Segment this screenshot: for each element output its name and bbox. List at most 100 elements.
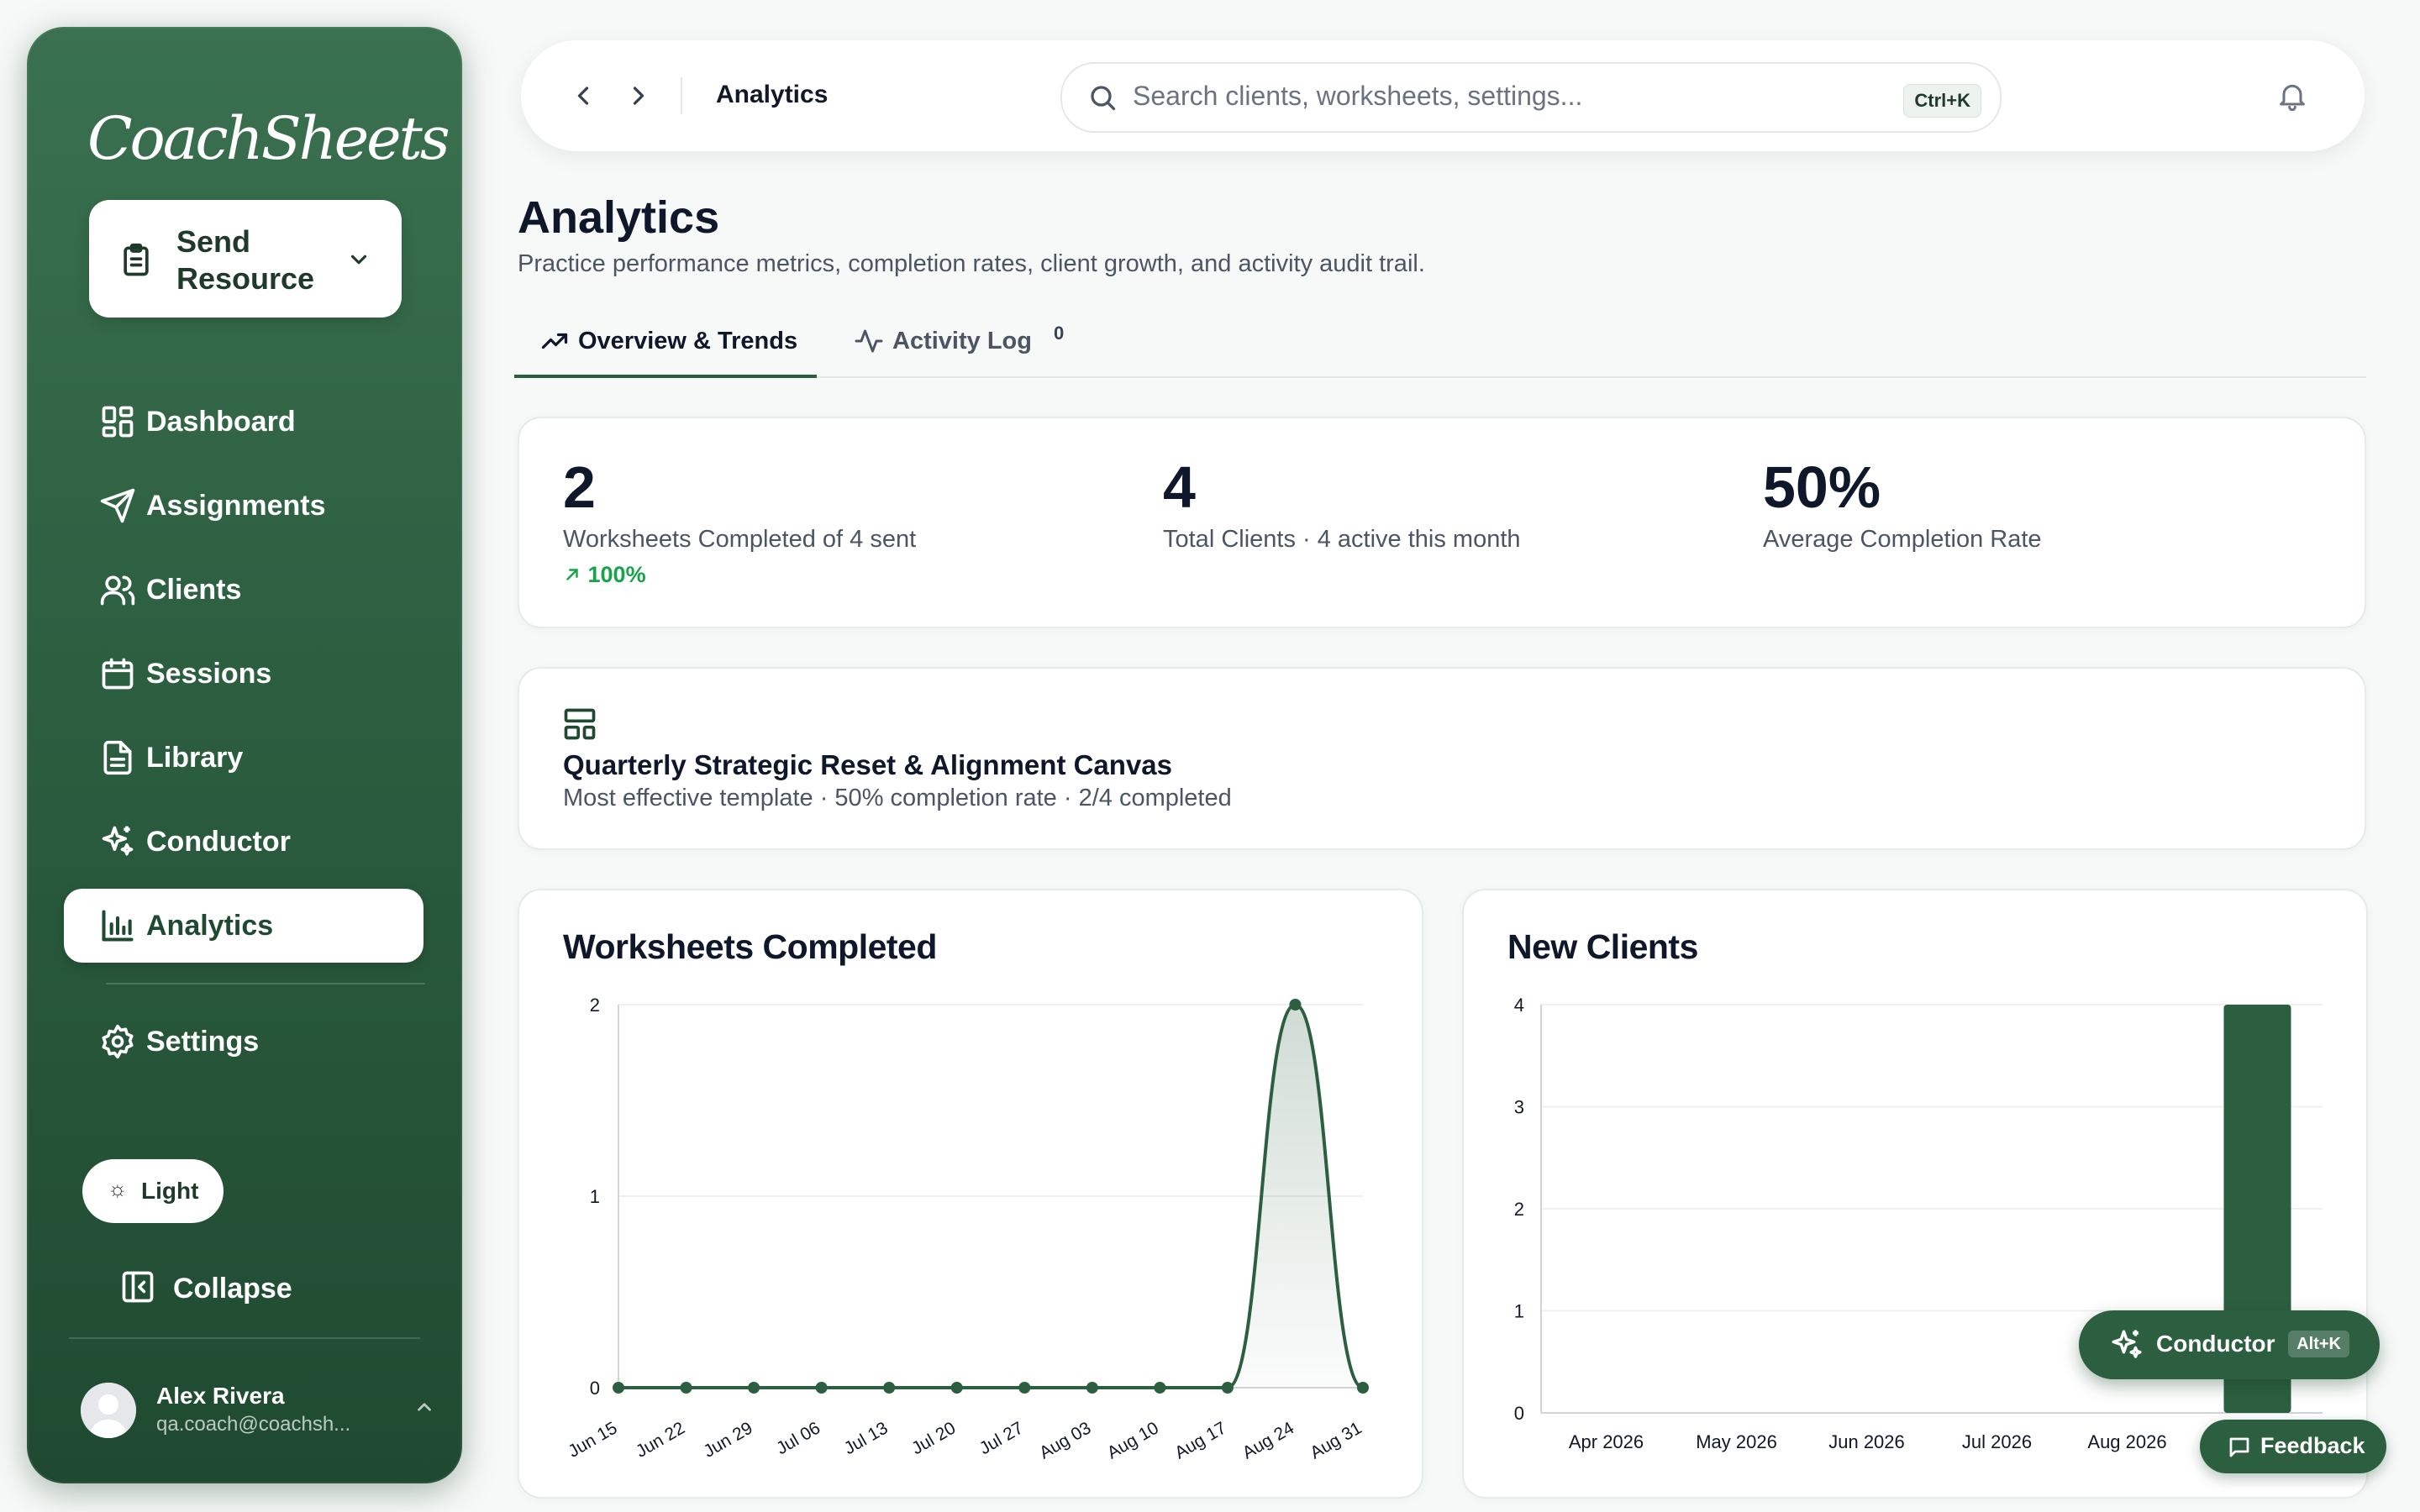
template-subtitle: Most effective template · 50% completion… xyxy=(563,785,1232,811)
chevron-up-icon xyxy=(418,1403,431,1411)
conductor-fab-label: Conductor xyxy=(2156,1331,2275,1357)
sidebar: CoachSheets Send Resource Dashboard Assi… xyxy=(27,27,462,1483)
page-title: Analytics xyxy=(518,192,720,243)
users-icon xyxy=(100,575,135,606)
user-menu[interactable]: Alex Rivera qa.coach@coachsh... xyxy=(81,1374,450,1455)
data-point xyxy=(680,1382,692,1394)
send-icon xyxy=(100,488,135,523)
x-tick-label: May 2026 xyxy=(1696,1431,1777,1452)
stat-total-clients: 4 Total Clients · 4 active this month xyxy=(1163,452,1521,554)
user-name: Alex Rivera xyxy=(156,1383,285,1409)
data-point xyxy=(1221,1382,1234,1394)
app-logo[interactable]: CoachSheets xyxy=(87,104,450,173)
sidebar-divider xyxy=(69,1337,420,1339)
new-clients-chart: 0 1 2 3 4 Apr 2026 May 2026 Jun 2026 Jul 2026 Aug… xyxy=(1514,995,2323,1452)
sidebar-item-label: Library xyxy=(146,742,244,774)
sidebar-item-label: Sessions xyxy=(146,658,272,690)
send-resource-button[interactable]: Send Resource xyxy=(89,200,402,318)
collapse-sidebar-button[interactable]: Collapse xyxy=(89,1263,341,1314)
page-subtitle: Practice performance metrics, completion… xyxy=(518,250,1425,277)
bar-chart-icon xyxy=(102,910,134,942)
y-tick-label: 3 xyxy=(1514,1097,1524,1118)
stat-value: 50% xyxy=(1763,454,1881,520)
data-point xyxy=(613,1382,624,1394)
data-point xyxy=(1018,1382,1031,1394)
conductor-fab-button[interactable]: Conductor Alt+K xyxy=(2079,1310,2380,1379)
data-point xyxy=(1086,1382,1098,1394)
forward-arrow-icon[interactable] xyxy=(623,81,654,111)
clipboard-icon xyxy=(124,243,149,276)
sidebar-item-library[interactable]: Library xyxy=(64,721,424,795)
x-tick-label: Apr 2026 xyxy=(1569,1431,1644,1452)
back-arrow-icon[interactable] xyxy=(568,81,598,111)
x-tick-label: Jul 27 xyxy=(976,1418,1027,1458)
x-tick-label: Jul 06 xyxy=(773,1418,823,1458)
x-tick-label: Aug 17 xyxy=(1171,1418,1229,1462)
new-clients-chart-card: New Clients 0 1 2 3 4 Apr 2026 May 2026 Jun 202… xyxy=(1462,889,2368,1499)
gear-icon xyxy=(102,1024,134,1059)
stat-label: Average Completion Rate xyxy=(1763,526,2042,553)
trending-up-icon xyxy=(541,333,568,349)
sidebar-item-assignments[interactable]: Assignments xyxy=(64,469,424,543)
x-tick-label: Jun 15 xyxy=(565,1418,620,1461)
sidebar-item-dashboard[interactable]: Dashboard xyxy=(64,385,424,459)
dashboard-icon xyxy=(102,406,134,438)
sidebar-item-analytics[interactable]: Analytics xyxy=(64,889,424,963)
sidebar-item-label: Dashboard xyxy=(146,406,296,438)
feedback-button[interactable]: Feedback xyxy=(2200,1420,2386,1473)
collapse-label: Collapse xyxy=(173,1273,292,1305)
sidebar-item-label: Clients xyxy=(146,574,242,606)
sidebar-item-sessions[interactable]: Sessions xyxy=(64,637,424,711)
stat-completion-rate: 50% Average Completion Rate xyxy=(1763,452,2042,554)
sidebar-item-label: Settings xyxy=(146,1026,260,1058)
user-email: qa.coach@coachsh... xyxy=(156,1413,351,1436)
data-point xyxy=(1289,999,1302,1011)
data-point xyxy=(883,1382,896,1394)
tab-activity-log[interactable]: Activity Log 0 xyxy=(854,321,1089,373)
tab-label: Activity Log xyxy=(892,328,1032,354)
feedback-label: Feedback xyxy=(2260,1433,2365,1458)
layout-template-icon xyxy=(564,708,596,740)
theme-label: Light xyxy=(141,1178,199,1204)
data-point xyxy=(950,1382,963,1394)
sidebar-divider xyxy=(106,983,425,984)
avatar xyxy=(81,1383,136,1438)
y-tick-label: 1 xyxy=(1514,1301,1524,1322)
x-tick-label: Aug 31 xyxy=(1307,1418,1365,1462)
y-tick-label: 2 xyxy=(590,995,600,1016)
search-placeholder: Search clients, worksheets, settings... xyxy=(1133,81,1583,111)
data-point xyxy=(1357,1382,1369,1394)
bell-icon[interactable] xyxy=(2275,79,2309,113)
message-square-icon xyxy=(2229,1437,2249,1457)
sidebar-item-clients[interactable]: Clients xyxy=(64,553,424,627)
search-shortcut: Ctrl+K xyxy=(1903,84,1981,118)
theme-toggle-button[interactable]: ☼ Light xyxy=(82,1159,224,1223)
stat-value: 4 xyxy=(1163,454,1196,520)
send-resource-label: Send Resource xyxy=(176,224,315,296)
top-bar: Analytics Search clients, worksheets, se… xyxy=(521,40,2365,151)
sidebar-item-conductor[interactable]: Conductor xyxy=(64,805,424,879)
arrow-up-right-icon xyxy=(566,569,578,580)
sparkles-icon xyxy=(2112,1330,2142,1358)
x-tick-label: Jun 22 xyxy=(633,1418,688,1461)
data-point xyxy=(815,1382,828,1394)
search-input[interactable]: Search clients, worksheets, settings... … xyxy=(1060,62,2002,133)
x-tick-label: Aug 24 xyxy=(1239,1418,1297,1462)
sun-icon: ☼ xyxy=(108,1176,128,1201)
collapse-icon xyxy=(122,1271,154,1303)
activity-icon xyxy=(855,329,883,353)
x-tick-label: Aug 03 xyxy=(1036,1418,1094,1462)
sparkles-icon xyxy=(102,826,134,856)
tab-count-badge: 0 xyxy=(1054,323,1065,344)
template-title: Quarterly Strategic Reset & Alignment Ca… xyxy=(563,749,1173,780)
worksheets-completed-chart-card: Worksheets Completed 0 1 2 Jun 15 Jun 22 Jun … xyxy=(518,889,1423,1499)
top-template-card[interactable]: Quarterly Strategic Reset & Alignment Ca… xyxy=(518,667,2366,850)
x-tick-label: Aug 10 xyxy=(1104,1418,1162,1462)
stats-card: 2 Worksheets Completed of 4 sent 100% 4 … xyxy=(518,417,2366,628)
search-icon xyxy=(1091,86,1116,111)
tab-overview-trends[interactable]: Overview & Trends xyxy=(514,321,817,378)
sidebar-item-label: Analytics xyxy=(146,910,274,942)
stat-value: 2 xyxy=(563,454,596,520)
sidebar-item-settings[interactable]: Settings xyxy=(64,1005,424,1079)
x-tick-label: Jul 13 xyxy=(841,1418,892,1458)
